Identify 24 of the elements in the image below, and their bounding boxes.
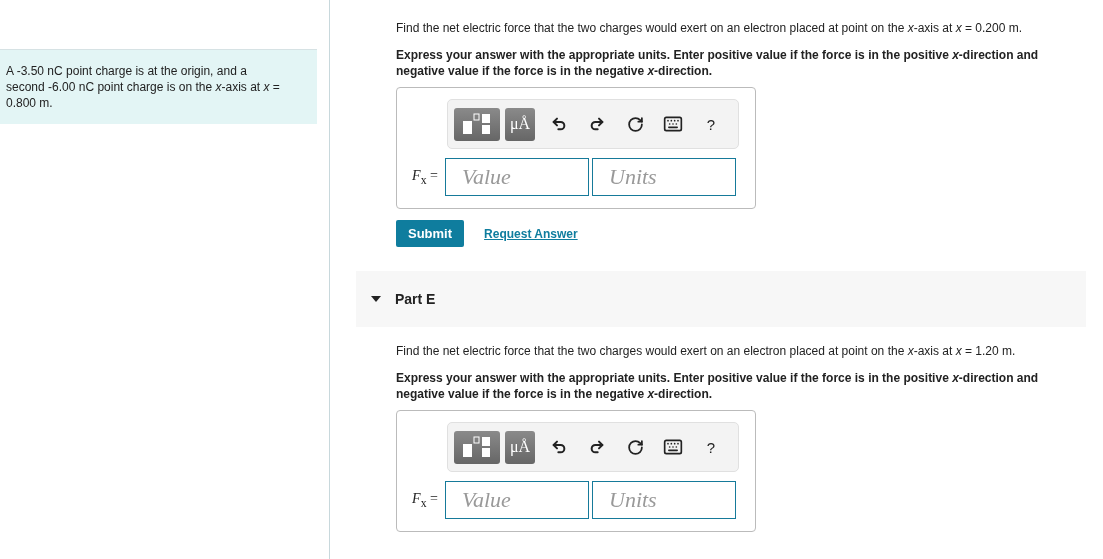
question-text: Find the net electric force that the two charges would exert on an electron placed at point on the x-axis at x = 0.200 m.	[396, 20, 1024, 36]
request-answer-link[interactable]: Request Answer	[484, 226, 578, 241]
variable-label: F$_{x}$ =	[411, 490, 439, 510]
instruction-text: Express your answer with the appropriate units. Enter positive value if the force is in the positive x-direction and negative value if the force is in the negative x-direction.	[396, 370, 1040, 402]
submit-button[interactable]: Submit	[396, 220, 465, 247]
caret-icon	[371, 296, 381, 302]
help-button[interactable]: ?	[692, 109, 730, 139]
problem-intro: A -3.50 nC point charge is at the origin, and a second -6.00 nC point charge is on the x-axis at x = 0.800 m.	[0, 49, 317, 124]
part-title: Part E	[395, 291, 436, 307]
units-button[interactable]: μÅ	[505, 107, 535, 141]
template-button[interactable]	[454, 430, 500, 464]
help-button[interactable]: ?	[692, 432, 730, 462]
question-text: Find the net electric force that the two charges would exert on an electron placed at point on the x-axis at x = 1.20 m.	[396, 343, 1017, 359]
instruction-text: Express your answer with the appropriate units. Enter positive value if the force is in the positive x-direction and negative value if the force is in the negative x-direction.	[396, 47, 1040, 79]
value-field[interactable]: Value	[445, 481, 589, 519]
units-button[interactable]: μÅ	[505, 430, 535, 464]
template-icon	[462, 436, 492, 458]
part-header[interactable]: Part E	[356, 271, 1086, 327]
units-field[interactable]: Units	[592, 481, 736, 519]
value-field[interactable]: Value	[445, 158, 589, 196]
variable-label: F$_{x}$ =	[411, 167, 439, 187]
template-icon	[462, 113, 492, 135]
units-field[interactable]: Units	[592, 158, 736, 196]
template-button[interactable]	[454, 107, 500, 141]
